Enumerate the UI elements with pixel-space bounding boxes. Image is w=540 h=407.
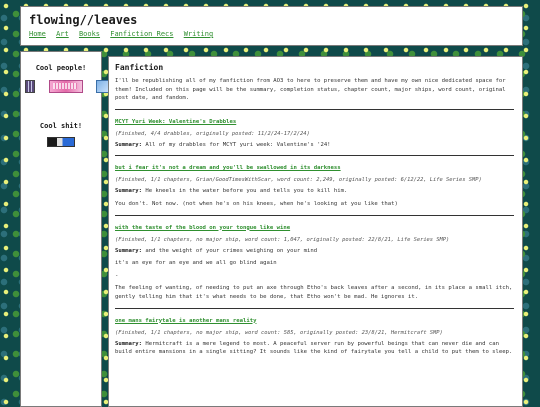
fic-title-link[interactable]: but i fear it's not a dream and you'll b… (115, 165, 514, 171)
fic-title-link[interactable]: MCYT Yuri Week: Valentine's Drabbles (115, 119, 514, 125)
summary-label: Summary: (115, 247, 142, 254)
cool-people-heading: Cool people! (35, 64, 87, 72)
intro-text: I'll be republishing all of my fanfictio… (115, 78, 506, 102)
fic-title-link[interactable]: with the taste of the blood on your tong… (115, 225, 514, 231)
fic-entry: one mans fairytale is another mans reali… (115, 318, 514, 357)
fic-summary: Summary: Hermitcraft is a mere legend to… (115, 340, 514, 357)
nav-fanfiction-recs-link[interactable]: Fanfiction Recs (110, 30, 173, 38)
cool-people-buttons (21, 80, 113, 99)
divider (115, 155, 514, 157)
divider (115, 108, 514, 110)
site-header: flowing//leaves Home Art Books Fanfictio… (20, 6, 523, 46)
main-content: Fanfiction I'll be republishing all of m… (108, 56, 523, 407)
summary-text: and the weight of your crimes weighing o… (145, 247, 318, 254)
summary-label: Summary: (115, 188, 142, 195)
fic-excerpt: The feeling of wanting, of needing to pu… (115, 285, 513, 300)
fic-summary: Summary: and the weight of your crimes w… (115, 247, 514, 256)
page-title: Fanfiction (115, 63, 164, 72)
site-title: flowing//leaves (29, 13, 138, 27)
divider (115, 307, 514, 309)
summary-text: All of my drabbles for MCYT yuri week: V… (145, 141, 331, 148)
fic-meta: (Finished, 1/1 chapters, no major ship, … (115, 329, 443, 336)
cool-shit-heading: Cool shit! (39, 122, 83, 130)
sidebar: Cool people! Cool shit! (20, 51, 113, 407)
summary-label: Summary: (115, 141, 142, 148)
site-nav: Home Art Books Fanfiction Recs Writing (29, 30, 219, 38)
fic-title-link[interactable]: one mans fairytale is another mans reali… (115, 318, 514, 324)
fic-meta: (Finished, 1/1 chapters, Grian/GoodTimes… (115, 177, 482, 184)
fic-excerpt: You don't. Not now. (not when he's on hi… (115, 200, 398, 207)
fic-entry: with the taste of the blood on your tong… (115, 225, 514, 302)
web-badge-image[interactable] (47, 137, 75, 147)
friend-button-image[interactable] (48, 80, 83, 93)
fic-summary: Summary: All of my drabbles for MCYT yur… (115, 141, 514, 150)
friend-button-image[interactable] (25, 80, 35, 93)
fic-summary: Summary: He kneels in the water before y… (115, 187, 514, 196)
summary-label: Summary: (115, 340, 142, 347)
nav-art-link[interactable]: Art (56, 30, 69, 38)
cool-shit-buttons (21, 137, 101, 156)
summary-text: He kneels in the water before you and te… (145, 188, 348, 195)
summary-text: Hermitcraft is a mere legend to most. A … (115, 340, 513, 356)
fic-entry: but i fear it's not a dream and you'll b… (115, 165, 514, 208)
fic-meta: (Finished, 1/1 chapters, no major ship, … (115, 236, 450, 243)
fic-excerpt: - (115, 272, 119, 279)
fic-excerpt: it's an eye for an eye and we all go bli… (115, 260, 277, 267)
nav-writing-link[interactable]: Writing (184, 30, 214, 38)
divider (115, 214, 514, 216)
fic-meta: (Finished, 4/4 drabbles, originally post… (115, 130, 310, 137)
nav-home-link[interactable]: Home (29, 30, 46, 38)
nav-books-link[interactable]: Books (79, 30, 100, 38)
fic-entry: MCYT Yuri Week: Valentine's Drabbles (Fi… (115, 119, 514, 150)
